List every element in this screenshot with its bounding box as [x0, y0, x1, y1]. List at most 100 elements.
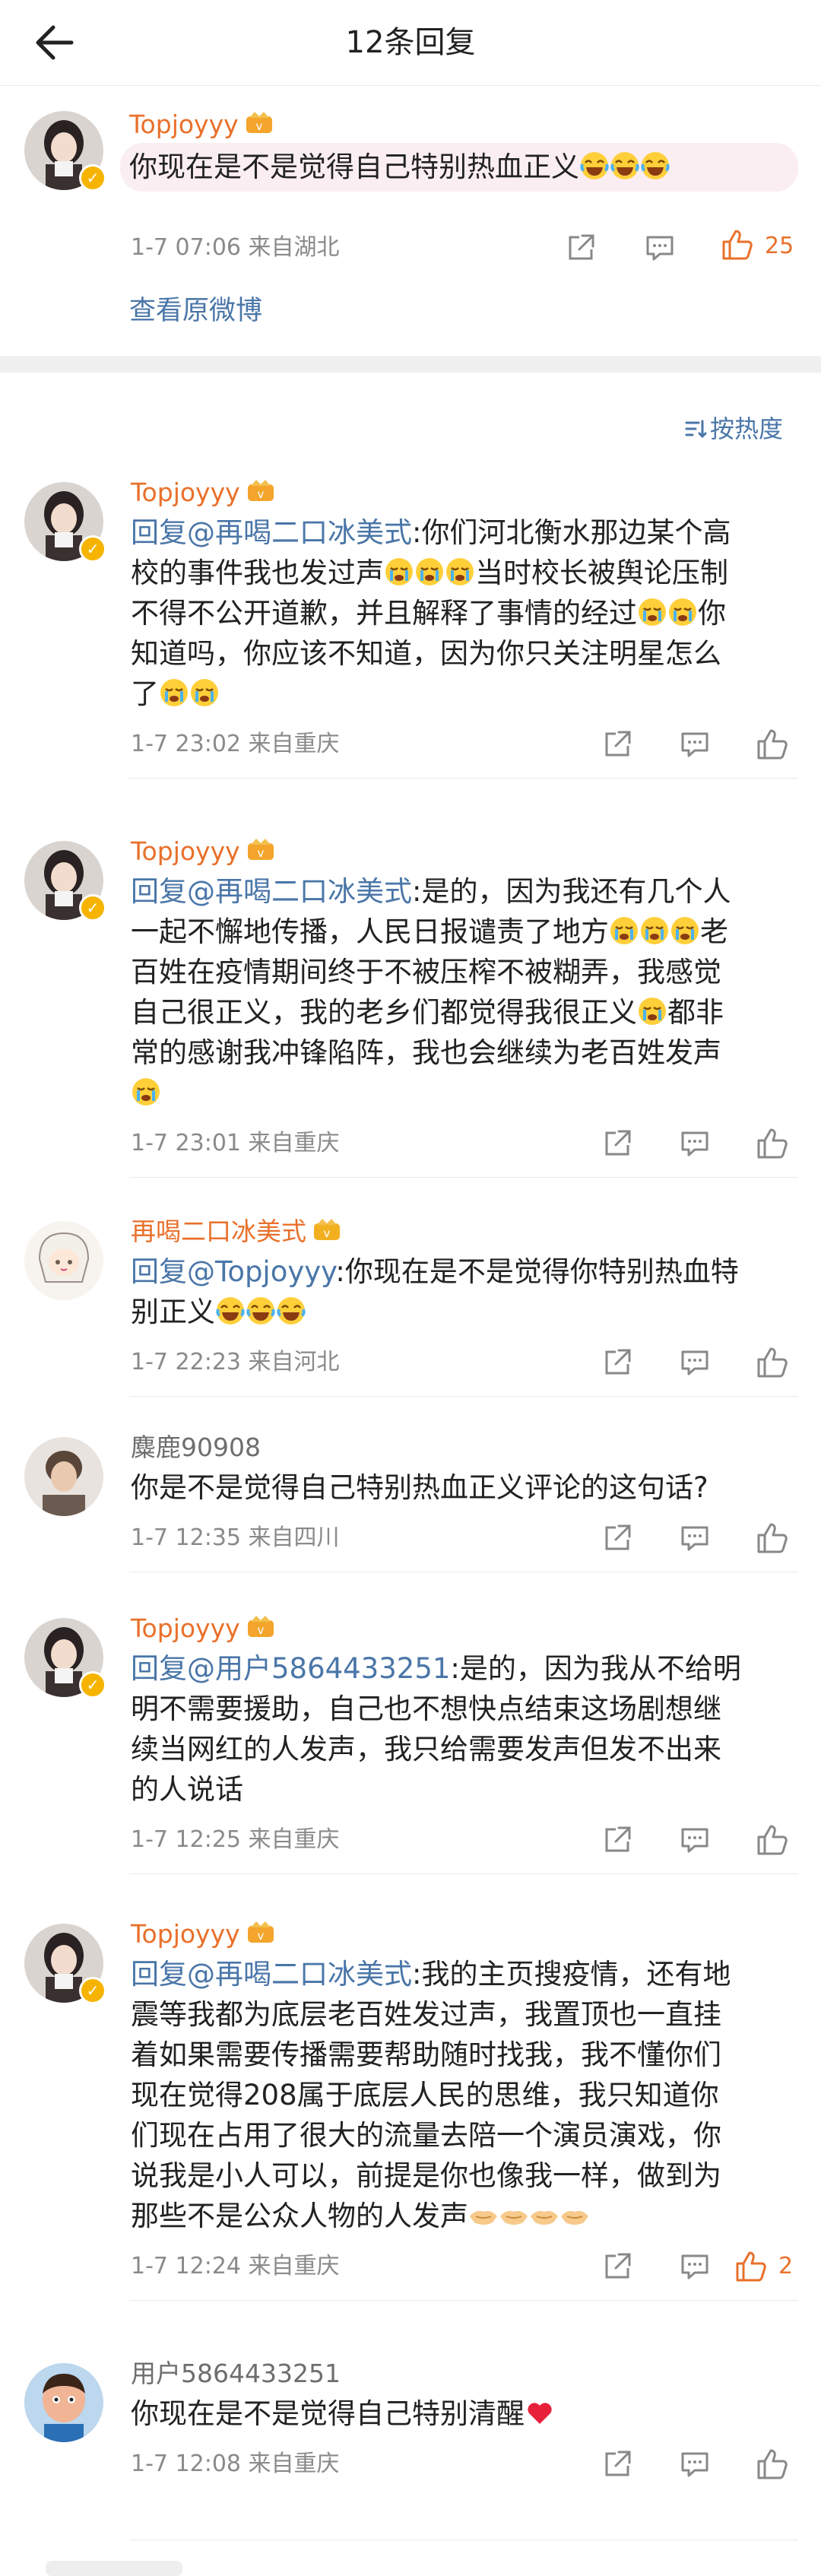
- emoji-cry-icon: [609, 915, 639, 946]
- emoji-cry-icon: [637, 996, 667, 1026]
- thumbs-up-icon[interactable]: [734, 2250, 768, 2283]
- comment-icon[interactable]: [643, 231, 677, 265]
- divider: [129, 778, 798, 779]
- emoji-cry-icon: [639, 915, 670, 946]
- comment-icon[interactable]: [678, 1346, 712, 1379]
- reply-text-line: 知道吗，你应该不知道，因为你只关注明星怎么: [131, 637, 721, 670]
- emoji-hands-icon: [559, 2200, 590, 2230]
- reply-text-line: 们现在占用了很大的流量去陪一个演员演戏，你: [131, 2119, 721, 2152]
- reply-text-line: 自己很正义，我的老乡们都觉得我很正义 都非: [131, 996, 724, 1029]
- avatar[interactable]: [24, 2363, 103, 2442]
- thumbs-up-icon[interactable]: [756, 1346, 789, 1379]
- author-name[interactable]: Topjoyyy v: [129, 108, 274, 143]
- share-icon[interactable]: [601, 2250, 634, 2283]
- emoji-hands-icon: [529, 2200, 559, 2230]
- emoji-laugh-icon: [276, 1296, 306, 1326]
- page-title: 12条回复: [345, 25, 476, 60]
- share-icon[interactable]: [601, 728, 634, 761]
- verified-badge-icon: ✓: [79, 164, 106, 192]
- reply-text-line: [131, 1073, 161, 1113]
- thumbs-up-icon[interactable]: [756, 1127, 789, 1160]
- author-name[interactable]: 用户5864433251: [131, 2357, 341, 2390]
- thumbs-up-icon[interactable]: [756, 2448, 789, 2481]
- author-name[interactable]: Topjoyyy v: [131, 476, 275, 511]
- avatar[interactable]: [24, 1437, 103, 1516]
- share-icon[interactable]: [601, 2448, 634, 2481]
- reply-text-line: 你现在是不是觉得自己特别清醒: [131, 2394, 555, 2434]
- section-separator: [0, 356, 821, 373]
- level-badge-icon: v: [246, 1919, 275, 1953]
- thumbs-up-icon[interactable]: [756, 1521, 789, 1555]
- emoji-cry-icon: [189, 677, 220, 708]
- level-badge-icon: v: [246, 477, 275, 511]
- reply-text-line: 校的事件我也发过声 当时校长被舆论压制: [131, 557, 728, 589]
- author-name[interactable]: Topjoyyy v: [131, 835, 275, 870]
- divider: [129, 1396, 798, 1397]
- share-icon[interactable]: [601, 1823, 634, 1857]
- emoji-cry-icon: [414, 557, 445, 587]
- emoji-cry-icon: [445, 557, 475, 587]
- mention-link[interactable]: 回复@用户5864433251: [131, 1652, 450, 1685]
- view-original-link[interactable]: 查看原微博: [129, 292, 262, 330]
- author-name[interactable]: Topjoyyy v: [131, 1918, 275, 1953]
- emoji-cry-icon: [670, 915, 700, 946]
- svg-text:v: v: [257, 487, 264, 501]
- comment-icon[interactable]: [678, 1823, 712, 1857]
- thumbs-up-icon[interactable]: [756, 1823, 789, 1857]
- sort-icon: [684, 415, 707, 449]
- author-name[interactable]: 麋鹿90908: [131, 1431, 261, 1464]
- level-badge-icon: v: [245, 109, 274, 143]
- reply-text-line: 别正义: [131, 1292, 306, 1332]
- comment-icon[interactable]: [678, 1127, 712, 1160]
- reply-text-line: 的人说话: [131, 1773, 243, 1806]
- emoji-laugh-icon: [610, 151, 640, 181]
- share-icon[interactable]: [564, 231, 598, 265]
- sort-button[interactable]: 按热度: [684, 412, 783, 449]
- share-icon[interactable]: [601, 1521, 634, 1555]
- reply-text-line: 着如果需要传播需要帮助随时找我，我不懂你们: [131, 2038, 721, 2071]
- level-badge-icon: v: [246, 1613, 275, 1647]
- svg-text:v: v: [257, 846, 264, 860]
- emoji-laugh-icon: [640, 151, 670, 181]
- input-bar-stub: [46, 2561, 182, 2576]
- reply-text-line: 了: [131, 674, 220, 714]
- emoji-cry-icon: [637, 597, 667, 627]
- comment-icon[interactable]: [678, 1521, 712, 1555]
- mention-link[interactable]: 回复@再喝二口冰美式: [131, 1958, 412, 1991]
- share-icon[interactable]: [601, 1346, 634, 1379]
- author-name[interactable]: Topjoyyy v: [131, 1612, 275, 1647]
- share-icon[interactable]: [601, 1127, 634, 1160]
- comment-icon[interactable]: [678, 2250, 712, 2283]
- level-badge-icon: v: [246, 836, 275, 870]
- emoji-cry-icon: [667, 597, 698, 627]
- thumbs-up-icon[interactable]: [721, 228, 754, 262]
- reply-text-line: 回复@Topjoyyy:你现在是不是觉得你特别热血特: [131, 1255, 739, 1288]
- emoji-cry-icon: [159, 677, 189, 708]
- thumbs-up-icon[interactable]: [756, 728, 789, 761]
- mention-link[interactable]: 回复@再喝二口冰美式: [131, 516, 412, 549]
- reply-text-line: 回复@再喝二口冰美式:我的主页搜疫情，还有地: [131, 1958, 731, 1991]
- reply-text-line: 说我是小人可以，前提是你也像我一样，做到为: [131, 2159, 721, 2192]
- reply-text-line: 回复@用户5864433251:是的，因为我从不给明: [131, 1652, 741, 1685]
- mention-link[interactable]: 回复@Topjoyyy: [131, 1255, 335, 1288]
- reply-text-line: 常的感谢我冲锋陷阵，我也会继续为老百姓发声: [131, 1036, 721, 1069]
- mention-link[interactable]: 回复@再喝二口冰美式: [131, 875, 412, 908]
- emoji-laugh-icon: [215, 1296, 246, 1326]
- comment-meta: 1-7 12:24 来自重庆: [131, 2253, 340, 2279]
- reply-text-line: 现在觉得208属于底层人民的思维，我只知道你: [131, 2079, 719, 2111]
- emoji-cry-icon: [131, 1077, 161, 1107]
- comment-icon[interactable]: [678, 2448, 712, 2481]
- author-name[interactable]: 再喝二口冰美式 v: [131, 1215, 341, 1250]
- emoji-heart-icon: [525, 2397, 555, 2428]
- comment-meta: 1-7 12:25 来自重庆: [131, 1826, 340, 1853]
- reply-text-line: 那些不是公众人物的人发声: [131, 2196, 590, 2236]
- emoji-cry-icon: [384, 557, 414, 587]
- avatar[interactable]: [24, 1221, 103, 1300]
- svg-text:v: v: [255, 119, 262, 133]
- header-divider: [0, 85, 821, 86]
- like-count: 2: [778, 2253, 794, 2279]
- emoji-hands-icon: [468, 2200, 499, 2230]
- reply-text-line: 回复@再喝二口冰美式:是的，因为我还有几个人: [131, 875, 731, 908]
- comment-meta: 1-7 23:01 来自重庆: [131, 1130, 340, 1156]
- comment-icon[interactable]: [678, 728, 712, 761]
